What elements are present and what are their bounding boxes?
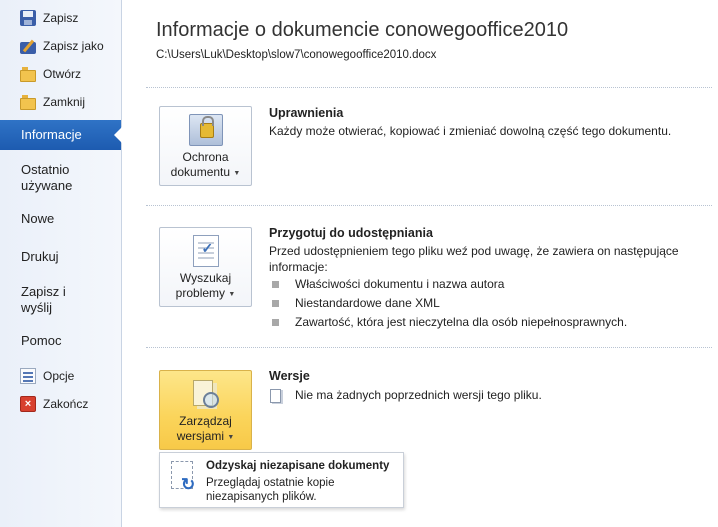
tab-recent[interactable]: Ostatnio używane	[0, 162, 121, 194]
protect-document-label-2: dokumentu	[170, 165, 231, 179]
checklist-icon	[192, 235, 219, 267]
save-command[interactable]: Zapisz	[0, 6, 121, 30]
save-icon	[20, 10, 36, 26]
tab-recent-label-2: używane	[21, 178, 73, 193]
tab-recent-label-1: Ostatnio	[21, 162, 70, 177]
open-folder-icon	[20, 67, 36, 82]
tab-new[interactable]: Nowe	[0, 211, 121, 227]
list-item: Niestandardowe dane XML	[272, 296, 440, 310]
manage-versions-label-2-wrap: wersjami ▼	[160, 429, 251, 445]
protect-document-label-2-wrap: dokumentu ▼	[160, 165, 251, 181]
chevron-down-icon: ▼	[227, 434, 235, 441]
list-item: Właściwości dokumentu i nazwa autora	[272, 277, 504, 291]
lock-icon	[188, 114, 223, 146]
permissions-text: Każdy może otwierać, kopiować i zmieniać…	[269, 124, 672, 138]
tab-print-label: Drukuj	[21, 249, 59, 264]
recover-unsaved-title: Odzyskaj niezapisane dokumenty	[206, 460, 390, 472]
divider	[146, 347, 712, 348]
chevron-down-icon: ▼	[228, 291, 236, 298]
tab-save-send[interactable]: Zapisz i wyślij	[0, 284, 121, 316]
save-as-icon	[20, 42, 36, 54]
options-command[interactable]: Opcje	[0, 364, 121, 388]
recover-unsaved-desc: Przeglądaj ostatnie kopie niezapisanych …	[206, 476, 335, 504]
versions-icon	[189, 378, 223, 410]
list-item-text: Niestandardowe dane XML	[295, 296, 440, 310]
exit-icon: ×	[20, 396, 36, 412]
page-title: Informacje o dokumencie conowegooffice20…	[156, 19, 569, 41]
prepare-text-2: informacje:	[269, 260, 328, 274]
options-icon	[20, 368, 36, 384]
permissions-heading: Uprawnienia	[269, 106, 344, 120]
recover-unsaved-documents-item[interactable]: Odzyskaj niezapisane dokumenty Przegląda…	[160, 453, 403, 507]
document-icon	[269, 388, 283, 403]
save-as-label: Zapisz jako	[43, 39, 104, 53]
close-label: Zamknij	[43, 95, 86, 109]
check-issues-button[interactable]: Wyszukaj problemy ▼	[159, 227, 252, 307]
open-command[interactable]: Otwórz	[0, 62, 121, 86]
tab-print[interactable]: Drukuj	[0, 249, 121, 265]
close-command[interactable]: Zamknij	[0, 90, 121, 114]
tab-info[interactable]: Informacje	[0, 120, 122, 150]
manage-versions-label-2: wersjami	[176, 429, 225, 443]
recover-unsaved-desc-2: niezapisanych plików.	[206, 491, 317, 503]
divider	[146, 87, 712, 88]
options-label: Opcje	[43, 369, 75, 383]
prepare-heading: Przygotuj do udostępniania	[269, 226, 433, 240]
bullet-icon	[272, 318, 279, 326]
tab-help-label: Pomoc	[21, 333, 62, 348]
manage-versions-menu: Odzyskaj niezapisane dokumenty Przegląda…	[159, 452, 404, 508]
exit-command[interactable]: × Zakończ	[0, 392, 121, 416]
chevron-down-icon: ▼	[233, 170, 241, 177]
bullet-icon	[272, 280, 279, 288]
exit-label: Zakończ	[43, 397, 89, 411]
close-folder-icon	[20, 95, 36, 110]
protect-document-button[interactable]: Ochrona dokumentu ▼	[159, 106, 252, 186]
list-item-text: Właściwości dokumentu i nazwa autora	[295, 277, 505, 291]
info-pane: Informacje o dokumencie conowegooffice20…	[122, 0, 718, 527]
versions-heading: Wersje	[269, 369, 310, 383]
check-issues-label-1: Wyszukaj	[179, 271, 232, 285]
check-issues-label-2: problemy	[175, 286, 226, 300]
manage-versions-label-1: Zarządzaj	[179, 414, 232, 428]
save-label: Zapisz	[43, 11, 79, 25]
check-issues-label-2-wrap: problemy ▼	[160, 286, 251, 302]
document-path: C:\Users\Luk\Desktop\slow7\conowegooffic…	[156, 49, 437, 61]
tab-info-label: Informacje	[21, 127, 82, 142]
manage-versions-button[interactable]: Zarządzaj wersjami ▼	[159, 370, 252, 450]
recover-document-icon	[169, 461, 199, 495]
tab-save-send-label-2: wyślij	[21, 300, 53, 315]
open-label: Otwórz	[43, 67, 82, 81]
tab-new-label: Nowe	[21, 211, 55, 226]
tab-save-send-label-1: Zapisz i	[21, 284, 66, 299]
divider	[146, 205, 712, 206]
recover-unsaved-desc-1: Przeglądaj ostatnie kopie	[206, 477, 335, 489]
bullet-icon	[272, 299, 279, 307]
list-item: Zawartość, która jest nieczytelna dla os…	[272, 315, 627, 329]
tab-help[interactable]: Pomoc	[0, 333, 121, 349]
protect-document-label-1: Ochrona	[182, 150, 229, 164]
backstage-sidebar: Zapisz Zapisz jako Otwórz Zamknij Inform…	[0, 0, 122, 527]
save-as-command[interactable]: Zapisz jako	[0, 34, 121, 58]
list-item-text: Zawartość, która jest nieczytelna dla os…	[295, 315, 628, 329]
prepare-text-1: Przed udostępnieniem tego pliku weź pod …	[269, 244, 679, 258]
versions-text: Nie ma żadnych poprzednich wersji tego p…	[295, 388, 542, 402]
